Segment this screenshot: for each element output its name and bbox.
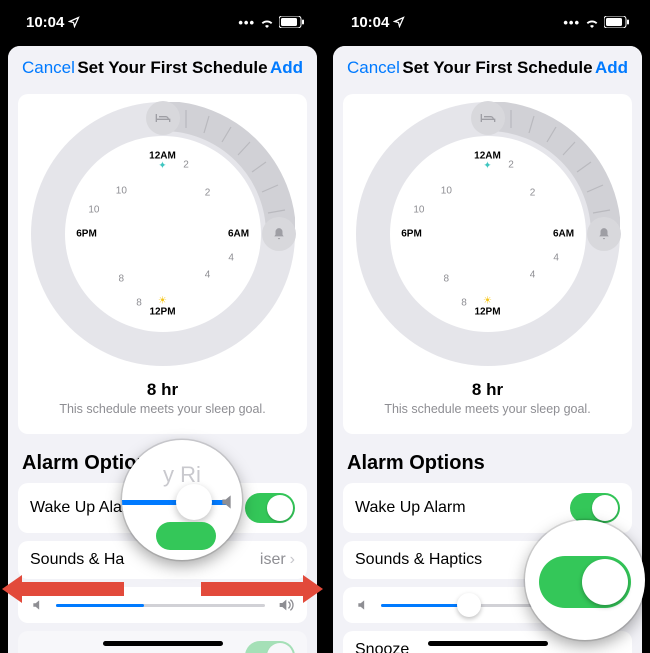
nav-title: Set Your First Schedule <box>402 58 592 78</box>
magnifier-volume: y Ri <box>122 440 242 560</box>
snooze-label: Snooze <box>355 641 409 653</box>
volume-slider[interactable] <box>56 604 265 607</box>
bed-icon <box>480 112 496 124</box>
screenshot-left: 10:04 ••• Cancel Set Your First Schedule… <box>2 0 323 653</box>
bedtime-handle[interactable] <box>471 101 505 135</box>
magnifier-snooze <box>525 520 645 640</box>
wake-up-alarm-toggle[interactable] <box>570 493 620 523</box>
status-bar: 10:04 ••• <box>2 0 323 44</box>
battery-icon <box>604 16 630 28</box>
label-6pm: 6PM <box>76 229 97 240</box>
bell-icon <box>272 227 286 241</box>
clock-face: 12AM 6AM 12PM 6PM 2 4 8 10 2 4 8 10 ✦ ☀︎ <box>65 136 261 332</box>
cancel-button[interactable]: Cancel <box>22 58 75 78</box>
stars-icon: ✦ <box>483 161 491 172</box>
status-bar: 10:04 ••• <box>327 0 648 44</box>
dots-icon: ••• <box>563 15 580 30</box>
home-indicator[interactable] <box>103 641 223 646</box>
duration-label: 8 hr <box>147 380 178 400</box>
cancel-button[interactable]: Cancel <box>347 58 400 78</box>
alarm-options-heading: Alarm Options <box>333 448 642 483</box>
add-button[interactable]: Add <box>595 58 628 78</box>
volume-low-icon <box>30 598 46 612</box>
label-12pm: 12PM <box>149 307 175 318</box>
sun-icon: ☀︎ <box>483 296 492 307</box>
swipe-left-arrow <box>14 578 124 600</box>
location-icon <box>68 16 80 28</box>
sounds-haptics-value: iser <box>260 551 286 569</box>
wake-handle[interactable] <box>587 217 621 251</box>
volume-high-icon <box>218 492 240 512</box>
label-6pm: 6PM <box>401 229 422 240</box>
goal-text: This schedule meets your sleep goal. <box>59 402 265 416</box>
modal-sheet: Cancel Set Your First Schedule Add <box>8 46 317 653</box>
bed-icon <box>155 112 171 124</box>
bell-icon <box>597 227 611 241</box>
wake-up-alarm-toggle[interactable] <box>245 493 295 523</box>
home-indicator[interactable] <box>428 641 548 646</box>
wake-up-alarm-label: Wake Up Alarm <box>355 499 466 517</box>
nav-title: Set Your First Schedule <box>77 58 267 78</box>
status-time: 10:04 <box>26 14 64 31</box>
duration-label: 8 hr <box>472 380 503 400</box>
sounds-haptics-label: Sounds & Haptics <box>355 551 482 569</box>
schedule-card: 12AM 6AM 12PM 6PM 2 4 8 10 2 4 8 10 ✦ ☀︎… <box>343 94 632 434</box>
schedule-card: 12AM 6AM 12PM 6PM 2 4 8 10 2 4 8 10 ✦ ☀︎… <box>18 94 307 434</box>
wake-handle[interactable] <box>262 217 296 251</box>
status-time: 10:04 <box>351 14 389 31</box>
chevron-right-icon: › <box>290 551 295 569</box>
wifi-icon <box>259 16 275 28</box>
nav-bar: Cancel Set Your First Schedule Add <box>8 46 317 90</box>
screenshot-right: 10:04 ••• Cancel Set Your First Schedule… <box>327 0 648 653</box>
battery-icon <box>279 16 305 28</box>
add-button[interactable]: Add <box>270 58 303 78</box>
sun-icon: ☀︎ <box>158 296 167 307</box>
volume-low-icon <box>355 598 371 612</box>
location-icon <box>393 16 405 28</box>
clock-face: 12AM 6AM 12PM 6PM 2 4 8 10 2 4 8 10 ✦ ☀︎ <box>390 136 586 332</box>
slider-thumb-zoom[interactable] <box>176 484 212 520</box>
snooze-toggle[interactable] <box>245 641 295 653</box>
sounds-haptics-label: Sounds & Ha <box>30 551 124 569</box>
stars-icon: ✦ <box>158 161 166 172</box>
wake-up-alarm-label: Wake Up Alar <box>30 499 127 517</box>
label-6am: 6AM <box>553 229 574 240</box>
sleep-dial[interactable]: 12AM 6AM 12PM 6PM 2 4 8 10 2 4 8 10 ✦ ☀︎ <box>356 102 620 366</box>
goal-text: This schedule meets your sleep goal. <box>384 402 590 416</box>
nav-bar: Cancel Set Your First Schedule Add <box>333 46 642 90</box>
bedtime-handle[interactable] <box>146 101 180 135</box>
label-6am: 6AM <box>228 229 249 240</box>
swipe-right-arrow <box>201 578 311 600</box>
sleep-dial[interactable]: 12AM 6AM 12PM 6PM 2 4 8 10 2 4 8 10 ✦ ☀︎ <box>31 102 295 366</box>
wifi-icon <box>584 16 600 28</box>
dots-icon: ••• <box>238 15 255 30</box>
snooze-toggle-zoom[interactable] <box>539 556 631 608</box>
label-12pm: 12PM <box>474 307 500 318</box>
